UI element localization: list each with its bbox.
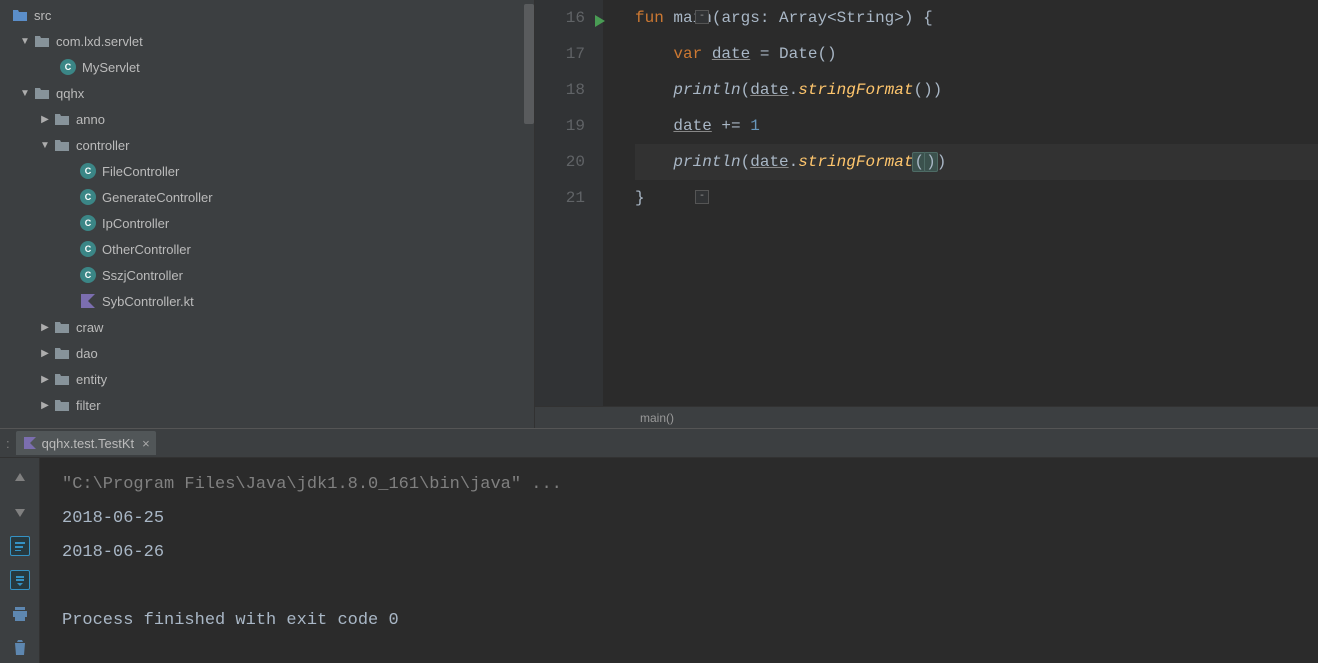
tree-item-package[interactable]: ▶ dao xyxy=(0,340,534,366)
project-tree[interactable]: src ▼ com.lxd.servlet C MyServlet ▼ qqhx… xyxy=(0,0,535,428)
chevron-down-icon: ▼ xyxy=(38,138,52,152)
tree-item-class[interactable]: C MyServlet xyxy=(0,54,534,80)
kotlin-file-icon xyxy=(22,435,38,451)
tree-item-package[interactable]: ▶ entity xyxy=(0,366,534,392)
run-tab[interactable]: qqhx.test.TestKt × xyxy=(16,431,156,455)
tree-item-class[interactable]: C IpController xyxy=(0,210,534,236)
tree-label: controller xyxy=(76,138,129,153)
console-command: "C:\Program Files\Java\jdk1.8.0_161\bin\… xyxy=(62,468,1296,502)
folder-icon xyxy=(54,397,70,413)
tree-item-kotlin-file[interactable]: SybController.kt xyxy=(0,288,534,314)
tree-label: src xyxy=(34,8,51,23)
line-number: 18 xyxy=(535,72,585,108)
tree-label: anno xyxy=(76,112,105,127)
tree-label: MyServlet xyxy=(82,60,140,75)
tree-item-class[interactable]: C OtherController xyxy=(0,236,534,262)
folder-icon xyxy=(54,137,70,153)
line-number-gutter[interactable]: 16 17 18 19 20 21 xyxy=(535,0,603,406)
chevron-down-icon: ▼ xyxy=(18,86,32,100)
folder-icon xyxy=(54,371,70,387)
folder-icon xyxy=(54,319,70,335)
tree-label: IpController xyxy=(102,216,169,231)
folder-icon xyxy=(54,111,70,127)
tree-label: FileController xyxy=(102,164,179,179)
line-number: 21 xyxy=(535,180,585,216)
tree-item-package[interactable]: ▶ craw xyxy=(0,314,534,340)
scroll-to-end-icon[interactable] xyxy=(10,570,30,590)
line-number: 19 xyxy=(535,108,585,144)
chevron-right-icon: ▶ xyxy=(38,398,52,412)
line-number: 16 xyxy=(535,0,585,36)
console-output-line: 2018-06-25 xyxy=(62,502,1296,536)
folder-icon xyxy=(12,7,28,23)
tree-label: filter xyxy=(76,398,101,413)
class-icon: C xyxy=(80,163,96,179)
fold-end-icon[interactable]: - xyxy=(695,190,709,204)
scroll-up-icon[interactable] xyxy=(10,468,30,488)
chevron-right-icon: ▶ xyxy=(38,112,52,126)
tree-label: SybController.kt xyxy=(102,294,194,309)
tree-item-package[interactable]: ▶ filter xyxy=(0,392,534,418)
class-icon: C xyxy=(80,241,96,257)
trash-icon[interactable] xyxy=(10,638,30,658)
class-icon: C xyxy=(80,189,96,205)
code-content[interactable]: - - fun main(args: Array<String>) { var … xyxy=(603,0,1318,406)
kotlin-file-icon xyxy=(80,293,96,309)
soft-wrap-icon[interactable] xyxy=(10,536,30,556)
console-output-line: 2018-06-26 xyxy=(62,536,1296,570)
tree-item-package[interactable]: ▼ qqhx xyxy=(0,80,534,106)
print-icon[interactable] xyxy=(10,604,30,624)
folder-icon xyxy=(34,85,50,101)
class-icon: C xyxy=(80,215,96,231)
chevron-right-icon: ▶ xyxy=(38,320,52,334)
console-exit-message: Process finished with exit code 0 xyxy=(62,604,1296,638)
run-tab-label: qqhx.test.TestKt xyxy=(42,436,135,451)
chevron-down-icon: ▼ xyxy=(18,34,32,48)
tree-item-class[interactable]: C SszjController xyxy=(0,262,534,288)
tree-label: dao xyxy=(76,346,98,361)
code-editor[interactable]: 16 17 18 19 20 21 - - fun main(args: Arr… xyxy=(535,0,1318,428)
tree-item-package[interactable]: ▼ controller xyxy=(0,132,534,158)
breadcrumb-label: main() xyxy=(640,411,674,425)
run-panel-toolbar xyxy=(0,458,40,663)
tree-item-package[interactable]: ▶ anno xyxy=(0,106,534,132)
tree-label: GenerateController xyxy=(102,190,213,205)
tree-item-class[interactable]: C FileController xyxy=(0,158,534,184)
folder-icon xyxy=(54,345,70,361)
run-tab-bar: : qqhx.test.TestKt × xyxy=(0,428,1318,458)
run-console[interactable]: "C:\Program Files\Java\jdk1.8.0_161\bin\… xyxy=(40,458,1318,663)
tree-item-class[interactable]: C GenerateController xyxy=(0,184,534,210)
tree-label: qqhx xyxy=(56,86,84,101)
line-number: 20 xyxy=(535,144,585,180)
chevron-right-icon: ▶ xyxy=(38,372,52,386)
line-number: 17 xyxy=(535,36,585,72)
tree-scrollbar[interactable] xyxy=(524,4,534,124)
tree-label: craw xyxy=(76,320,103,335)
close-icon[interactable]: × xyxy=(142,436,150,451)
chevron-right-icon: ▶ xyxy=(38,346,52,360)
breadcrumb[interactable]: main() xyxy=(535,406,1318,428)
tree-label: OtherController xyxy=(102,242,191,257)
tree-item-package[interactable]: ▼ com.lxd.servlet xyxy=(0,28,534,54)
scroll-down-icon[interactable] xyxy=(10,502,30,522)
tree-label: entity xyxy=(76,372,107,387)
tree-label: SszjController xyxy=(102,268,183,283)
class-icon: C xyxy=(80,267,96,283)
folder-icon xyxy=(34,33,50,49)
tree-item-src[interactable]: src xyxy=(0,2,534,28)
class-icon: C xyxy=(60,59,76,75)
fold-start-icon[interactable]: - xyxy=(695,10,709,24)
tree-label: com.lxd.servlet xyxy=(56,34,143,49)
